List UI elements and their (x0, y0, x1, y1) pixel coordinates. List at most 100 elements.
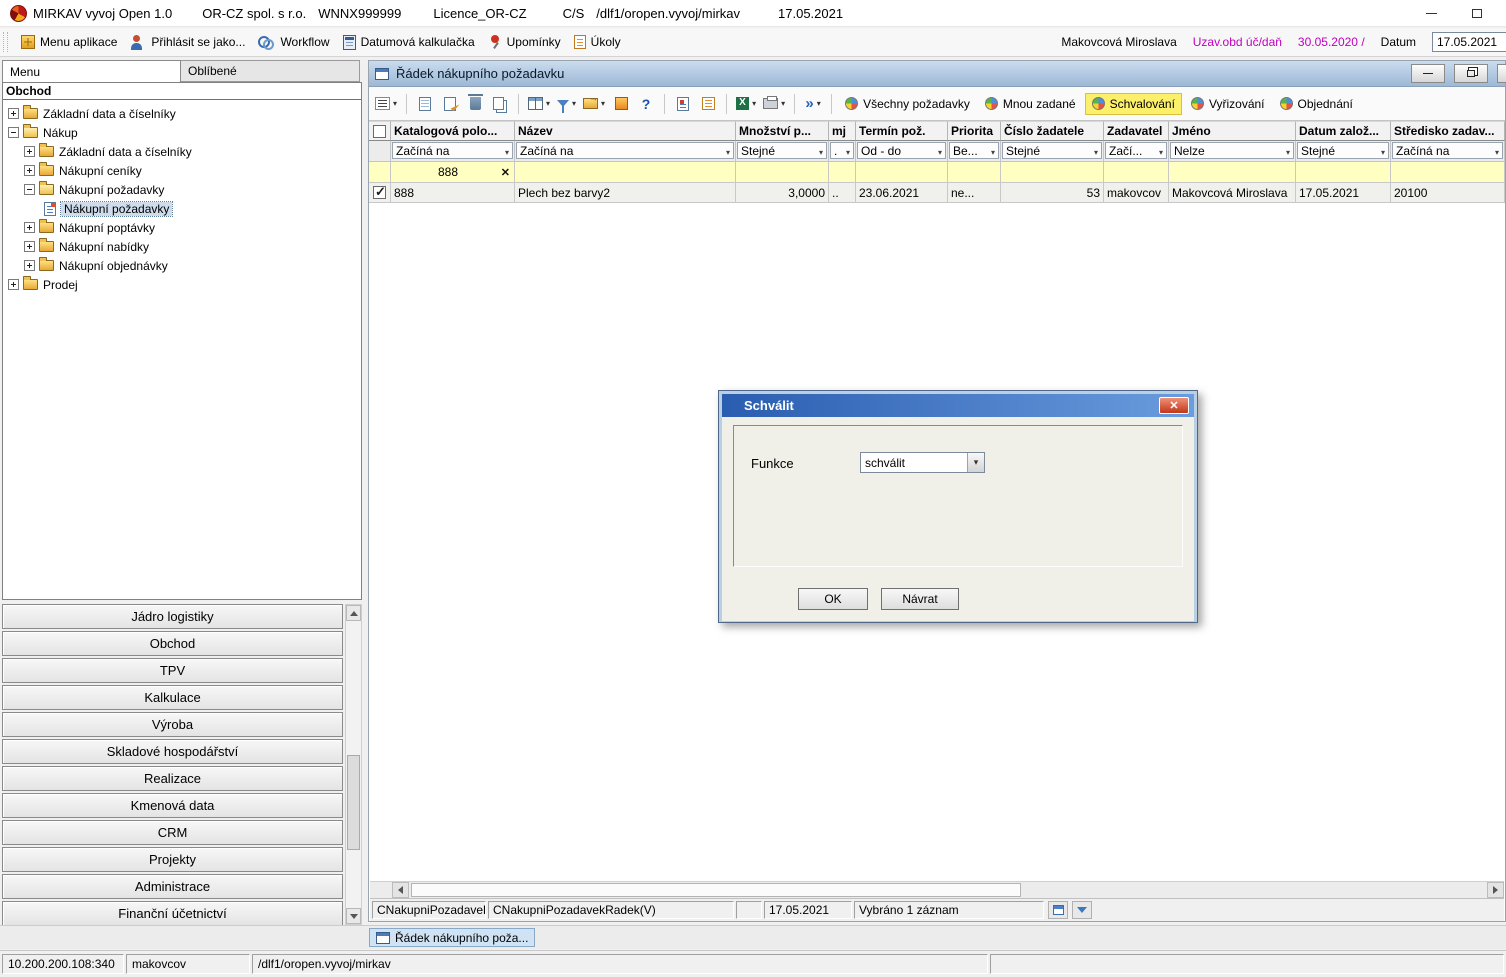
tab-menu[interactable]: Menu (2, 60, 181, 82)
module-jadro-logistiky[interactable]: Jádro logistiky (2, 604, 343, 629)
close-button[interactable] (1500, 0, 1506, 27)
tree-item-nakupni-poptavky[interactable]: Nákupní poptávky (3, 218, 361, 237)
status-grid-button[interactable] (1048, 901, 1068, 919)
filter-op-jmeno[interactable]: Nelze (1170, 142, 1294, 159)
expand-icon[interactable] (24, 241, 35, 252)
column-header-mj[interactable]: mj (829, 121, 856, 141)
expand-icon[interactable] (24, 165, 35, 176)
module-crm[interactable]: CRM (2, 820, 343, 845)
select-all-cell[interactable] (369, 121, 391, 141)
minimize-button[interactable] (1408, 0, 1454, 27)
dialog-close-button[interactable] (1159, 397, 1189, 414)
maximize-button[interactable] (1454, 0, 1500, 27)
scroll-right-icon[interactable] (1487, 882, 1504, 898)
scroll-down-icon[interactable] (346, 908, 361, 924)
column-header-cislo-zadatele[interactable]: Číslo žadatele (1001, 121, 1104, 141)
taskbar-item[interactable]: Řádek nákupního poža... (369, 928, 535, 947)
select-all-checkbox[interactable] (373, 125, 386, 138)
tree-item-nakupni-pozadavky-leaf[interactable]: Nákupní požadavky (3, 199, 361, 218)
export-button[interactable] (581, 92, 607, 116)
login-as-button[interactable]: Přihlásit se jako... (130, 35, 245, 50)
tree-item-nakupni-objednavky[interactable]: Nákupní objednávky (3, 256, 361, 275)
panel-close-button[interactable] (1497, 64, 1506, 83)
module-tpv[interactable]: TPV (2, 658, 343, 683)
filter-value-input[interactable] (1296, 162, 1391, 183)
horizontal-scrollbar[interactable] (370, 881, 1504, 898)
tree-item-zakladni-data[interactable]: Základní data a číselníky (3, 104, 361, 123)
view-my-entries-button[interactable]: Mnou zadané (979, 94, 1082, 114)
form-view-button[interactable] (672, 92, 694, 116)
filter-op-datum[interactable]: Stejné (1297, 142, 1389, 159)
reminders-button[interactable]: Upomínky (488, 35, 561, 50)
columns-button[interactable] (526, 92, 552, 116)
module-skladove-hospodarstvi[interactable]: Skladové hospodářství (2, 739, 343, 764)
date-input[interactable]: 17.05.2021 (1432, 32, 1506, 52)
column-header-stredisko[interactable]: Středisko zadav... (1391, 121, 1505, 141)
filter-op-zadavatel[interactable]: Začí... (1105, 142, 1167, 159)
module-administrace[interactable]: Administrace (2, 874, 343, 899)
panel-restore-button[interactable] (1454, 64, 1488, 83)
row-checkbox[interactable] (373, 186, 386, 199)
excel-export-button[interactable] (734, 92, 758, 116)
menu-aplikace-button[interactable]: Menu aplikace (21, 35, 117, 49)
status-filter-button[interactable] (1072, 901, 1092, 919)
expand-icon[interactable] (24, 222, 35, 233)
filter-value-input[interactable] (1169, 162, 1296, 183)
filter-value-input[interactable] (1104, 162, 1169, 183)
view-all-requests-button[interactable]: Všechny požadavky (839, 94, 976, 114)
workflow-button[interactable]: Workflow (258, 35, 329, 50)
module-kmenova-data[interactable]: Kmenová data (2, 793, 343, 818)
scrollbar-thumb[interactable] (347, 755, 360, 850)
copy-record-button[interactable] (489, 92, 511, 116)
filter-value-input[interactable] (1391, 162, 1505, 183)
view-approval-button[interactable]: Schvalování (1085, 93, 1182, 115)
new-record-button[interactable] (414, 92, 436, 116)
module-financni-ucetnictvi[interactable]: Finanční účetnictví (2, 901, 343, 925)
cancel-button[interactable]: Návrat (881, 588, 959, 610)
tree-item-nakupni-pozadavky-folder[interactable]: Nákupní požadavky (3, 180, 361, 199)
more-actions-button[interactable] (802, 92, 824, 116)
scrollbar-thumb[interactable] (411, 883, 1021, 897)
tasks-button[interactable]: Úkoly (574, 35, 621, 49)
edit-record-button[interactable] (439, 92, 461, 116)
delete-record-button[interactable] (464, 92, 486, 116)
tree-item-prodej[interactable]: Prodej (3, 275, 361, 294)
clear-filter-icon[interactable] (501, 165, 510, 179)
tree-item-nakupni-nabidky[interactable]: Nákupní nabídky (3, 237, 361, 256)
filter-op-stredisko[interactable]: Začíná na (1392, 142, 1503, 159)
filter-op-katalogova[interactable]: Začíná na (392, 142, 513, 159)
help-button[interactable] (635, 92, 657, 116)
list-view-button[interactable] (697, 92, 719, 116)
expand-icon[interactable] (8, 108, 19, 119)
module-scrollbar[interactable] (345, 604, 362, 925)
print-button[interactable] (761, 92, 787, 116)
module-kalkulace[interactable]: Kalkulace (2, 685, 343, 710)
collapse-icon[interactable] (24, 184, 35, 195)
filter-value-input[interactable] (948, 162, 1001, 183)
module-projekty[interactable]: Projekty (2, 847, 343, 872)
tree-item-nakup[interactable]: Nákup (3, 123, 361, 142)
scroll-up-icon[interactable] (346, 605, 361, 621)
expand-icon[interactable] (8, 279, 19, 290)
view-ordering-button[interactable]: Objednání (1274, 94, 1359, 114)
view-processing-button[interactable]: Vyřizování (1185, 94, 1271, 114)
chevron-down-icon[interactable] (967, 453, 984, 472)
expand-icon[interactable] (24, 260, 35, 271)
column-header-zadavatel[interactable]: Zadavatel (1104, 121, 1169, 141)
filter-op-termin[interactable]: Od - do (857, 142, 946, 159)
column-header-termin[interactable]: Termín pož. (856, 121, 948, 141)
module-realizace[interactable]: Realizace (2, 766, 343, 791)
module-obchod[interactable]: Obchod (2, 631, 343, 656)
filter-button[interactable] (555, 92, 578, 116)
column-header-priorita[interactable]: Priorita (948, 121, 1001, 141)
scroll-left-icon[interactable] (392, 882, 409, 898)
column-header-katalogova[interactable]: Katalogová polo... (391, 121, 515, 141)
expand-icon[interactable] (24, 146, 35, 157)
date-calculator-button[interactable]: Datumová kalkulačka (343, 35, 475, 50)
ok-button[interactable]: OK (798, 588, 868, 610)
filter-value-input[interactable] (856, 162, 948, 183)
filter-op-cislo-zadatele[interactable]: Stejné (1002, 142, 1102, 159)
filter-op-nazev[interactable]: Začíná na (516, 142, 734, 159)
filter-op-mj[interactable]: . (830, 142, 854, 159)
column-header-datum[interactable]: Datum založ... (1296, 121, 1391, 141)
